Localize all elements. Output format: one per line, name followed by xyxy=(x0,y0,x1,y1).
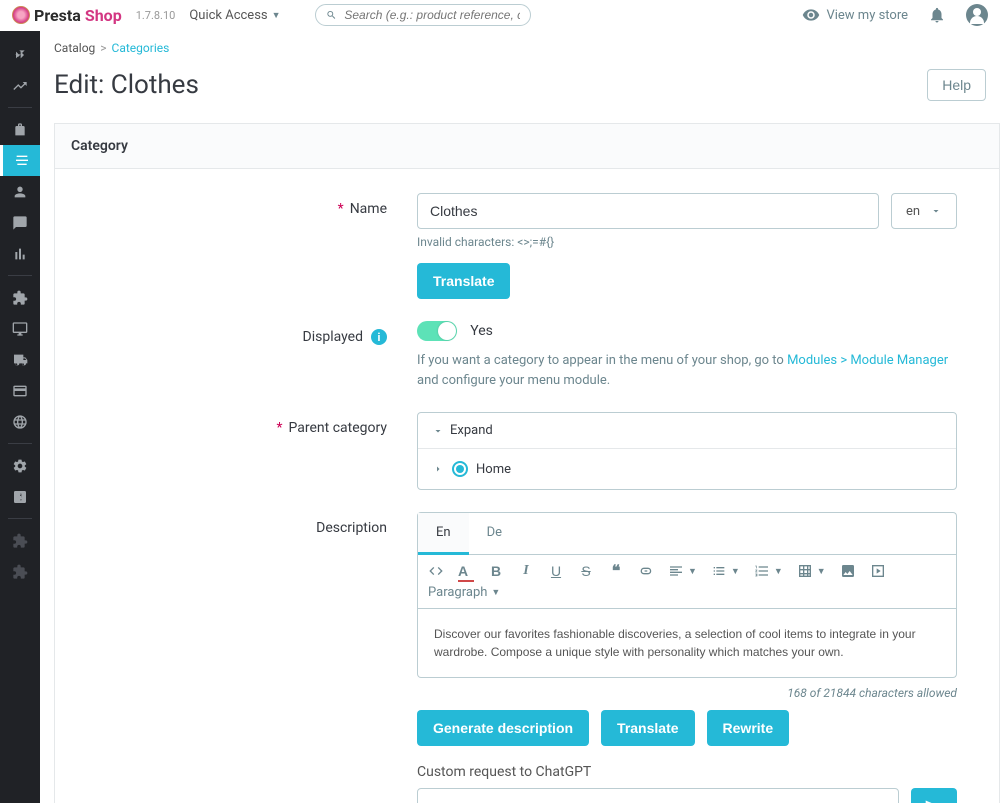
sidebar-module-dim-1[interactable] xyxy=(0,525,40,556)
label-description: Description xyxy=(316,520,387,536)
sidebar-shipping[interactable] xyxy=(0,344,40,375)
underline-icon[interactable]: U xyxy=(548,563,564,579)
page-title: Edit: Clothes xyxy=(54,70,199,100)
notifications-icon[interactable] xyxy=(928,6,946,24)
info-icon[interactable]: i xyxy=(371,329,387,345)
sidebar-expand-icon[interactable] xyxy=(0,39,40,70)
invalid-chars-note: Invalid characters: <>;=#{} xyxy=(417,235,957,249)
breadcrumb: Catalog > Categories xyxy=(40,31,1000,59)
view-my-store-link[interactable]: View my store xyxy=(802,6,908,24)
rewrite-button[interactable]: Rewrite xyxy=(707,710,790,746)
translate-name-button[interactable]: Translate xyxy=(417,263,510,299)
search-input[interactable] xyxy=(344,8,519,22)
tree-expand-toggle[interactable]: Expand xyxy=(418,413,956,449)
breadcrumb-separator: > xyxy=(100,41,106,55)
sidebar-advanced[interactable] xyxy=(0,481,40,512)
sidebar-customers[interactable] xyxy=(0,176,40,207)
caret-down-icon: ▼ xyxy=(272,10,281,21)
sidebar-payment[interactable] xyxy=(0,375,40,406)
tree-expand-label: Expand xyxy=(450,423,493,438)
displayed-value: Yes xyxy=(470,323,493,339)
brand-text-presta: Presta xyxy=(34,6,81,25)
chevron-down-icon xyxy=(930,205,942,217)
left-sidebar xyxy=(0,31,40,803)
link-icon[interactable] xyxy=(638,563,654,579)
global-search[interactable] xyxy=(315,4,531,26)
description-editor[interactable]: Discover our favorites fashionable disco… xyxy=(417,609,957,678)
top-header: PrestaShop 1.7.8.10 Quick Access ▼ View … xyxy=(0,0,1000,31)
lang-label: en xyxy=(906,204,920,219)
quick-access-dropdown[interactable]: Quick Access ▼ xyxy=(189,8,280,23)
prestashop-logo-icon xyxy=(12,6,30,24)
language-selector[interactable]: en xyxy=(891,193,957,229)
chevron-right-icon[interactable] xyxy=(432,463,444,475)
radio-home[interactable] xyxy=(452,461,468,477)
label-parent: Parent category xyxy=(289,420,387,436)
italic-icon[interactable]: I xyxy=(518,563,534,579)
sidebar-design[interactable] xyxy=(0,313,40,344)
editor-lang-tabs: En De xyxy=(417,512,957,554)
custom-request-label: Custom request to ChatGPT xyxy=(417,764,957,780)
sidebar-orders[interactable] xyxy=(0,114,40,145)
modules-link[interactable]: Modules > Module Manager xyxy=(787,353,948,368)
bullet-list-dropdown[interactable]: ▼ xyxy=(711,563,740,579)
brand-text-shop: Shop xyxy=(85,6,122,25)
chevron-down-icon xyxy=(432,425,444,437)
sidebar-modules[interactable] xyxy=(0,282,40,313)
quick-access-label: Quick Access xyxy=(189,8,267,23)
char-count: 168 of 21844 characters allowed xyxy=(417,686,957,700)
eye-icon xyxy=(802,6,820,24)
help-button[interactable]: Help xyxy=(927,69,986,101)
sidebar-stats[interactable] xyxy=(0,238,40,269)
send-custom-request-button[interactable] xyxy=(911,788,957,803)
custom-request-input[interactable] xyxy=(417,788,899,803)
sidebar-catalog[interactable] xyxy=(0,145,40,176)
paragraph-format-dropdown[interactable]: Paragraph ▼ xyxy=(428,585,500,600)
tab-en[interactable]: En xyxy=(418,513,469,555)
breadcrumb-categories[interactable]: Categories xyxy=(112,41,170,55)
parent-category-tree: Expand Home xyxy=(417,412,957,490)
version-text: 1.7.8.10 xyxy=(136,9,176,22)
source-code-icon[interactable] xyxy=(428,563,444,579)
view-store-label: View my store xyxy=(826,8,908,23)
sidebar-shop-parameters[interactable] xyxy=(0,450,40,481)
profile-avatar[interactable] xyxy=(966,4,988,26)
rich-text-toolbar: A B I U S ❝ ▼ ▼ ▼ ▼ xyxy=(417,554,957,609)
search-icon xyxy=(326,9,337,21)
main-content: Catalog > Categories Edit: Clothes Help … xyxy=(40,31,1000,803)
label-name: Name xyxy=(350,201,387,217)
sidebar-international[interactable] xyxy=(0,406,40,437)
align-dropdown[interactable]: ▼ xyxy=(668,563,697,579)
tab-de[interactable]: De xyxy=(469,513,520,554)
card-header: Category xyxy=(55,124,999,169)
sidebar-module-dim-2[interactable] xyxy=(0,556,40,587)
generate-description-button[interactable]: Generate description xyxy=(417,710,589,746)
tree-home-label[interactable]: Home xyxy=(476,462,511,477)
image-icon[interactable] xyxy=(840,563,856,579)
text-color-icon[interactable]: A xyxy=(458,563,474,579)
translate-description-button[interactable]: Translate xyxy=(601,710,694,746)
numbered-list-dropdown[interactable]: ▼ xyxy=(754,563,783,579)
displayed-note: If you want a category to appear in the … xyxy=(417,351,957,390)
sidebar-customer-service[interactable] xyxy=(0,207,40,238)
brand-logo[interactable]: PrestaShop xyxy=(12,6,122,25)
label-displayed: Displayed xyxy=(303,329,363,345)
name-input[interactable] xyxy=(417,193,879,229)
send-icon xyxy=(924,798,944,803)
table-dropdown[interactable]: ▼ xyxy=(797,563,826,579)
category-card: Category *Name en Invalid characters: <>… xyxy=(54,123,1000,803)
sidebar-dashboard[interactable] xyxy=(0,70,40,101)
blockquote-icon[interactable]: ❝ xyxy=(608,563,624,579)
strikethrough-icon[interactable]: S xyxy=(578,563,594,579)
breadcrumb-catalog[interactable]: Catalog xyxy=(54,41,95,55)
bold-icon[interactable]: B xyxy=(488,563,504,579)
video-icon[interactable] xyxy=(870,563,886,579)
displayed-toggle[interactable] xyxy=(417,321,457,341)
